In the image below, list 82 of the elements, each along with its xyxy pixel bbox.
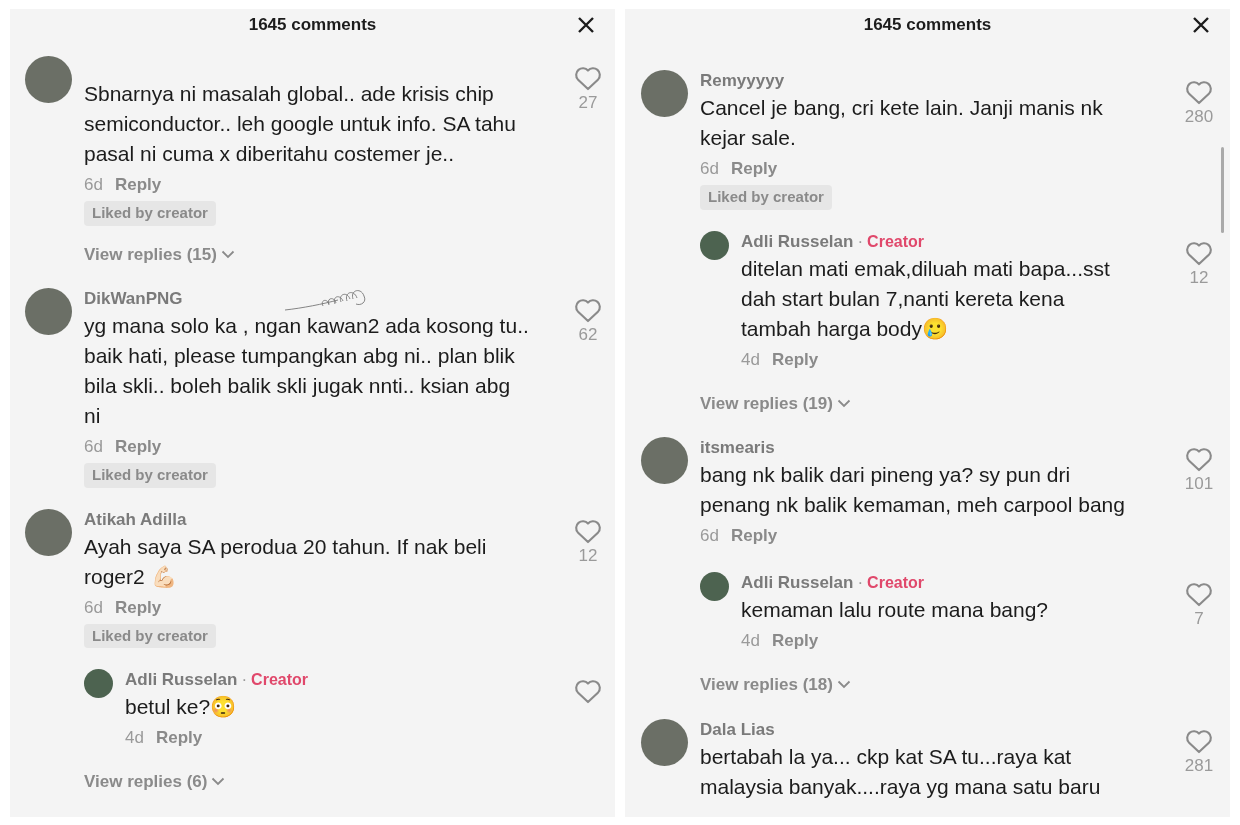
reply-link[interactable]: Reply [730,156,778,182]
heart-icon[interactable] [574,517,602,544]
avatar[interactable] [25,56,72,103]
timestamp: 4d [741,348,760,371]
close-icon[interactable] [577,16,595,34]
view-replies-button[interactable]: View replies (18) [700,672,851,698]
chevron-down-icon [836,680,851,690]
separator-dot: · [857,230,864,253]
comment-text: Ayah saya SA perodua 20 tahun. If nak beli roger2 💪🏻 [84,533,488,590]
avatar[interactable] [700,230,729,260]
avatar[interactable] [25,288,72,335]
timestamp: 4d [741,630,760,653]
liked-by-creator-badge: Liked by creator [84,623,216,648]
heart-icon[interactable] [574,678,602,704]
username[interactable]: DikWanPNG [84,286,183,312]
timestamp: 6d [84,436,103,459]
separator-dot: · [241,669,248,692]
liked-by-creator-badge: Liked by creator [84,463,216,488]
view-replies-button[interactable]: View replies (19) [700,390,851,416]
liked-by-creator-badge: Liked by creator [84,201,216,226]
username[interactable]: Adli Russelan [125,667,238,693]
comments-count-title: 1645 comments [863,14,992,37]
avatar[interactable] [641,70,688,117]
heart-icon[interactable] [1185,446,1213,472]
liked-by-creator-badge: Liked by creator [700,185,832,210]
reply-link[interactable]: Reply [114,434,162,460]
heart-icon[interactable] [1185,581,1213,607]
chevron-down-icon [211,777,226,787]
like-count: 280 [1184,106,1214,128]
comment-text: Sbnarnya ni masalah global.. ade krisis chip semiconductor.. leh google untuk info. SA tahu pasal ni cuma x diberitahu costemer je.. [84,81,517,167]
username[interactable]: Adli Russelan [741,570,854,596]
reply-link[interactable]: Reply [155,725,203,751]
timestamp: 4d [125,727,144,750]
comment-text: bang nk balik dari pineng ya? sy pun dri penang nk balik kemaman, meh carpool bang [700,462,1126,518]
separator-dot: · [857,572,864,595]
username[interactable]: Adli Russelan [741,228,854,255]
reply-link[interactable]: Reply [771,628,819,654]
comment-text: yg mana solo ka , ngan kawan2 ada kosong tu.. baik hati, please tumpangkan abg ni.. plan blik bila skli.. boleh balik skli jugak nnti.. ksian abg ni [84,313,530,429]
timestamp: 6d [84,596,103,619]
like-count: 62 [578,324,598,346]
avatar[interactable] [641,718,688,766]
comments-count-title: 1645 comments [248,14,377,37]
scrollbar-thumb[interactable] [1221,147,1224,233]
username[interactable]: Atikah Adilla [84,506,187,533]
like-count: 12 [1189,266,1209,289]
heart-icon[interactable] [574,65,602,91]
username[interactable]: Dala Lias [700,716,775,743]
username[interactable]: itsmearis [700,435,775,461]
timestamp: 6d [84,174,103,197]
view-replies-button[interactable]: View replies (15) [84,241,235,267]
comment-text: Cancel je bang, cri kete lain. Janji manis nk kejar sale. [700,95,1104,151]
heart-icon[interactable] [574,297,602,323]
avatar[interactable] [641,437,688,484]
like-count: 12 [578,544,598,567]
comment-text: betul ke?😳 [125,694,238,720]
heart-icon[interactable] [1185,79,1213,105]
comment-text: bertabah la ya... ckp kat SA tu...raya kat malaysia banyak....raya yg mana satu baru [700,743,1102,800]
reply-link[interactable]: Reply [771,346,819,373]
creator-label: Creator [251,670,308,690]
avatar[interactable] [84,669,113,698]
reply-link[interactable]: Reply [114,594,162,621]
avatar[interactable] [700,572,729,601]
like-count: 27 [578,92,598,114]
comment-text: kemaman lalu route mana bang? [741,597,1050,623]
like-count: 7 [1194,608,1204,630]
timestamp: 6d [700,525,719,548]
view-replies-button[interactable]: View replies (6) [84,769,226,795]
like-count: 101 [1184,473,1214,495]
creator-label: Creator [867,231,924,252]
avatar[interactable] [25,508,72,556]
chevron-down-icon [220,249,235,259]
username[interactable]: Remyyyyy [700,68,785,94]
chevron-down-icon [836,398,851,408]
heart-icon[interactable] [1185,239,1213,266]
timestamp: 6d [700,158,719,181]
reply-link[interactable]: Reply [730,523,778,549]
heart-icon[interactable] [1185,727,1213,754]
reply-link[interactable]: Reply [114,172,162,198]
creator-label: Creator [867,573,924,593]
comment-text: ditelan mati emak,diluah mati bapa...sst dah start bulan 7,nanti kereta kena tambah harga body🥲 [741,255,1111,342]
like-count: 281 [1184,754,1214,777]
close-icon[interactable] [1192,16,1210,34]
